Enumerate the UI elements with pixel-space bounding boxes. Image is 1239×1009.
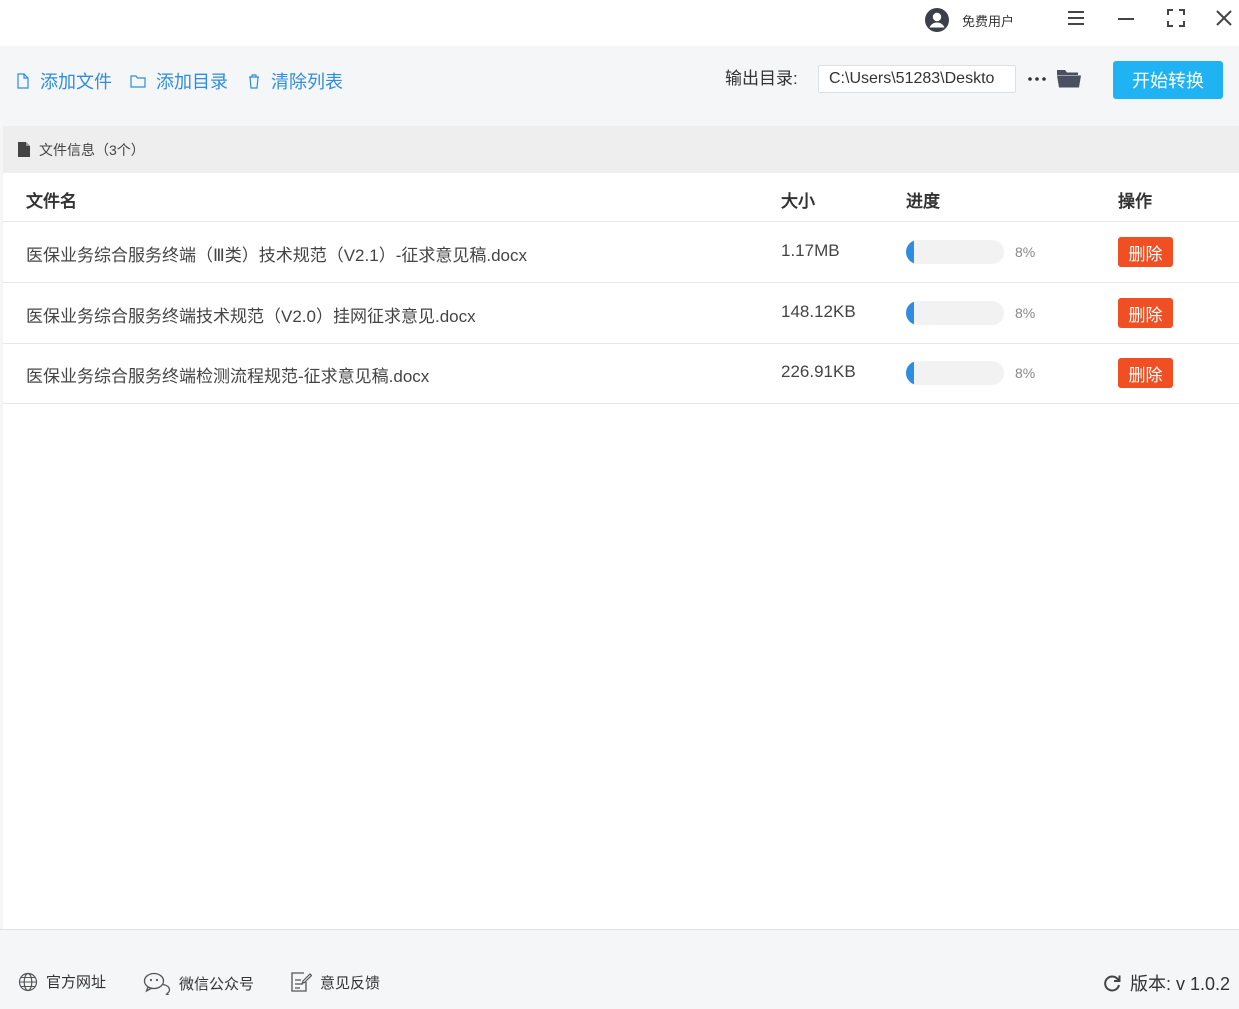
file-icon	[17, 73, 29, 89]
progress-bar	[906, 301, 1004, 325]
col-progress: 进度	[906, 192, 940, 211]
user-avatar-icon	[925, 8, 949, 32]
delete-button[interactable]: 删除	[1118, 358, 1173, 388]
folder-outline-icon	[130, 75, 146, 88]
wechat-label: 微信公众号	[179, 975, 255, 993]
version-label: 版本: v 1.0.2	[1130, 974, 1231, 994]
official-website-label: 官方网址	[46, 974, 107, 991]
user-account[interactable]: 免费用户	[924, 7, 1014, 33]
official-website-link[interactable]: 官方网址	[18, 971, 106, 992]
close-icon	[1216, 10, 1232, 26]
progress-percent: 8%	[1015, 305, 1036, 321]
add-directory-button[interactable]: 添加目录	[130, 68, 228, 94]
user-label: 免费用户	[962, 13, 1015, 29]
progress-bar	[906, 361, 1004, 385]
refresh-icon[interactable]	[1102, 973, 1122, 993]
browse-more-button[interactable]	[1026, 70, 1048, 88]
table-row: 医保业务综合服务终端（Ⅲ类）技术规范（V2.1）-征求意见稿.docx 1.17…	[3, 222, 1239, 283]
menu-button[interactable]	[1064, 6, 1088, 30]
minimize-button[interactable]	[1114, 6, 1138, 30]
progress-bar	[906, 240, 1004, 264]
title-bar: 免费用户	[0, 0, 1239, 46]
add-file-label: 添加文件	[40, 72, 112, 92]
progress-percent: 8%	[1015, 365, 1036, 381]
output-dir-label: 输出目录:	[725, 69, 798, 88]
file-panel: 文件信息（3个） 文件名 大小 进度 操作 医保业务综合服务终端（Ⅲ类）技术规范…	[3, 126, 1239, 929]
col-filename: 文件名	[26, 192, 77, 211]
maximize-button[interactable]	[1164, 6, 1188, 30]
start-convert-button[interactable]: 开始转换	[1113, 61, 1223, 99]
progress-percent: 8%	[1015, 244, 1036, 260]
file-size: 226.91KB	[781, 362, 856, 381]
delete-button[interactable]: 删除	[1118, 237, 1173, 267]
table-header: 文件名 大小 进度 操作	[3, 173, 1239, 222]
progress-fill	[906, 301, 914, 325]
menu-icon	[1068, 11, 1084, 25]
version-info: 版本: v 1.0.2	[1102, 970, 1230, 996]
progress-fill	[906, 240, 914, 264]
trash-icon	[249, 74, 259, 89]
file-info-header: 文件信息（3个）	[3, 126, 1239, 173]
footer-divider	[0, 929, 1239, 930]
file-name: 医保业务综合服务终端（Ⅲ类）技术规范（V2.1）-征求意见稿.docx	[26, 246, 527, 265]
clear-list-label: 清除列表	[271, 72, 343, 92]
feedback-icon	[291, 972, 312, 992]
table-row: 医保业务综合服务终端检测流程规范-征求意见稿.docx 226.91KB 8% …	[3, 343, 1239, 404]
col-action: 操作	[1118, 192, 1152, 211]
progress-fill	[906, 361, 914, 385]
clear-list-button[interactable]: 清除列表	[247, 68, 343, 94]
output-path-input[interactable]	[818, 65, 1016, 93]
col-size: 大小	[781, 192, 815, 211]
globe-icon	[18, 972, 38, 991]
folder-icon	[1057, 70, 1081, 88]
file-name: 医保业务综合服务终端技术规范（V2.0）挂网征求意见.docx	[26, 307, 476, 326]
add-file-button[interactable]: 添加文件	[16, 68, 112, 94]
table-row: 医保业务综合服务终端技术规范（V2.0）挂网征求意见.docx 148.12KB…	[3, 283, 1239, 344]
close-button[interactable]	[1212, 6, 1236, 30]
document-icon	[18, 142, 30, 157]
file-info-label: 文件信息（3个）	[39, 141, 145, 158]
delete-button[interactable]: 删除	[1118, 298, 1173, 328]
file-size: 148.12KB	[781, 302, 856, 321]
add-directory-label: 添加目录	[156, 72, 228, 92]
file-name: 医保业务综合服务终端检测流程规范-征求意见稿.docx	[26, 367, 430, 386]
wechat-link[interactable]: 微信公众号	[143, 971, 254, 995]
open-folder-button[interactable]	[1056, 66, 1082, 90]
minimize-icon	[1118, 18, 1134, 20]
feedback-link[interactable]: 意见反馈	[290, 971, 380, 993]
wechat-icon	[143, 972, 171, 995]
file-size: 1.17MB	[781, 241, 840, 260]
more-dots-icon	[1028, 77, 1046, 81]
maximize-icon	[1167, 9, 1185, 27]
feedback-label: 意见反馈	[320, 974, 381, 992]
